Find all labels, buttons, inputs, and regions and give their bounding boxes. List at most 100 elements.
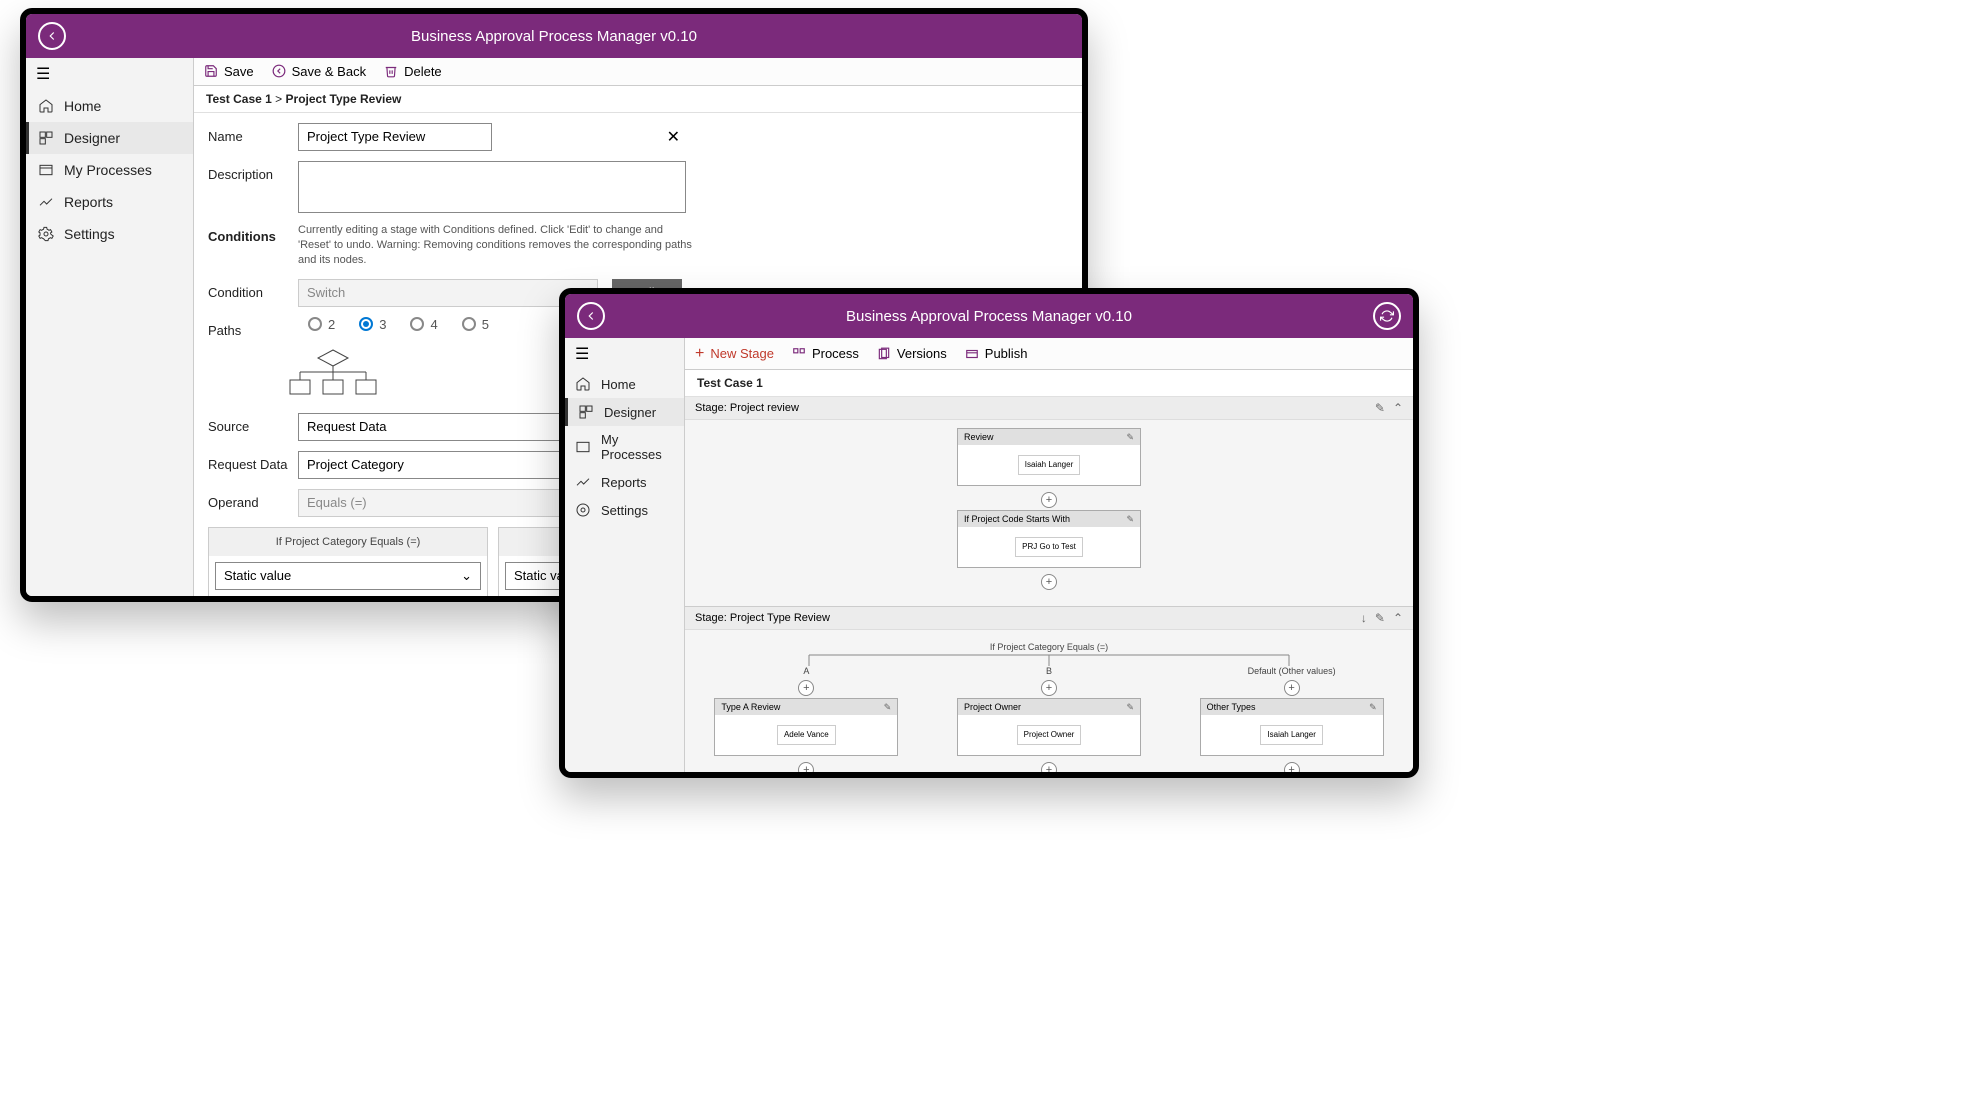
branch-a: A + Type A Review✎ Adele Vance + bbox=[706, 666, 906, 772]
window-process-canvas: Business Approval Process Manager v0.10 … bbox=[559, 288, 1419, 778]
paths-label: Paths bbox=[208, 317, 298, 338]
card-other-types[interactable]: Other Types✎ Isaiah Langer bbox=[1200, 698, 1384, 756]
add-button[interactable]: + bbox=[798, 680, 814, 696]
add-button[interactable]: + bbox=[1041, 680, 1057, 696]
nav-my-processes[interactable]: My Processes bbox=[26, 154, 193, 186]
nav-reports[interactable]: Reports bbox=[565, 468, 684, 496]
nav-designer[interactable]: Designer bbox=[565, 398, 684, 426]
stage-title: Stage: Project Type Review bbox=[695, 612, 830, 624]
gear-icon bbox=[575, 502, 591, 518]
switch-column-a: If Project Category Equals (=) Static va… bbox=[208, 527, 488, 596]
nav-home[interactable]: Home bbox=[565, 370, 684, 398]
app-title: Business Approval Process Manager v0.10 bbox=[565, 308, 1413, 325]
nav-reports[interactable]: Reports bbox=[26, 186, 193, 218]
add-button[interactable]: + bbox=[1041, 492, 1057, 508]
save-label: Save bbox=[224, 64, 254, 79]
switch-header: If Project Category Equals (=) bbox=[209, 528, 487, 556]
nav-designer[interactable]: Designer bbox=[26, 122, 193, 154]
pencil-icon[interactable]: ✎ bbox=[1126, 702, 1134, 713]
condition-title: If Project Category Equals (=) bbox=[990, 642, 1108, 652]
delete-button[interactable]: Delete bbox=[384, 64, 442, 79]
add-button[interactable]: + bbox=[798, 762, 814, 772]
sidebar: ☰ Home Designer My Processes Reports Set… bbox=[26, 58, 194, 596]
breadcrumb: Test Case 1 bbox=[685, 370, 1413, 397]
sidebar: ☰ Home Designer My Processes Reports Set… bbox=[565, 338, 685, 772]
add-button[interactable]: + bbox=[1041, 574, 1057, 590]
col-a-type-select[interactable]: Static value⌄ bbox=[215, 562, 481, 590]
hamburger-icon[interactable]: ☰ bbox=[565, 338, 684, 370]
branch-b: B + Project Owner✎ Project Owner + bbox=[949, 666, 1149, 772]
move-down-icon[interactable]: ↓ bbox=[1361, 611, 1367, 625]
toolbar: Save Save & Back Delete bbox=[194, 58, 1082, 86]
nav-settings[interactable]: Settings bbox=[565, 496, 684, 524]
titlebar: Business Approval Process Manager v0.10 bbox=[26, 14, 1082, 58]
collapse-icon[interactable]: ⌃ bbox=[1393, 611, 1403, 625]
delete-label: Delete bbox=[404, 64, 442, 79]
add-button[interactable]: + bbox=[1041, 762, 1057, 772]
condition-select: Switch ⌄ bbox=[298, 279, 598, 307]
nav-label: Home bbox=[64, 98, 101, 114]
stage-project-review: Stage: Project review ✎ ⌃ Review✎ Isaiah… bbox=[685, 397, 1413, 607]
nav-label: Settings bbox=[64, 226, 115, 242]
card-type-a-review[interactable]: Type A Review✎ Adele Vance bbox=[714, 698, 898, 756]
card-condition[interactable]: If Project Code Starts With✎ PRJ Go to T… bbox=[957, 510, 1141, 568]
hamburger-icon[interactable]: ☰ bbox=[26, 58, 193, 90]
branch-connector bbox=[769, 654, 1329, 666]
card-review[interactable]: Review✎ Isaiah Langer bbox=[957, 428, 1141, 486]
breadcrumb-leaf: Project Type Review bbox=[286, 92, 402, 106]
designer-icon bbox=[578, 404, 594, 420]
stage-title: Stage: Project review bbox=[695, 402, 799, 414]
pencil-icon[interactable]: ✎ bbox=[884, 702, 892, 713]
paths-radio-group: 2 3 4 5 bbox=[298, 317, 489, 332]
nav-home[interactable]: Home bbox=[26, 90, 193, 122]
add-button[interactable]: + bbox=[1284, 762, 1300, 772]
reports-icon bbox=[38, 194, 54, 210]
process-button[interactable]: Process bbox=[792, 346, 859, 361]
nav-label: Reports bbox=[64, 194, 113, 210]
save-back-label: Save & Back bbox=[292, 64, 366, 79]
paths-option-4[interactable]: 4 bbox=[410, 317, 437, 332]
description-input[interactable] bbox=[298, 161, 686, 213]
pencil-icon[interactable]: ✎ bbox=[1126, 432, 1134, 443]
home-icon bbox=[38, 98, 54, 114]
paths-option-5[interactable]: 5 bbox=[462, 317, 489, 332]
condition-label: Condition bbox=[208, 279, 298, 300]
name-label: Name bbox=[208, 123, 298, 144]
save-button[interactable]: Save bbox=[204, 64, 254, 79]
clear-icon[interactable]: ✕ bbox=[667, 127, 680, 147]
save-back-button[interactable]: Save & Back bbox=[272, 64, 366, 79]
canvas: Stage: Project review ✎ ⌃ Review✎ Isaiah… bbox=[685, 397, 1413, 772]
publish-button[interactable]: Publish bbox=[965, 346, 1028, 361]
nav-my-processes[interactable]: My Processes bbox=[565, 426, 684, 468]
breadcrumb-root[interactable]: Test Case 1 bbox=[206, 92, 272, 106]
conditions-hint: Currently editing a stage with Condition… bbox=[298, 223, 698, 269]
processes-icon bbox=[38, 162, 54, 178]
home-icon bbox=[575, 376, 591, 392]
gear-icon bbox=[38, 226, 54, 242]
card-project-owner[interactable]: Project Owner✎ Project Owner bbox=[957, 698, 1141, 756]
conditions-label: Conditions bbox=[208, 223, 298, 244]
add-button[interactable]: + bbox=[1284, 680, 1300, 696]
nav-label: Designer bbox=[64, 130, 120, 146]
name-input[interactable] bbox=[298, 123, 492, 151]
designer-icon bbox=[38, 130, 54, 146]
request-data-label: Request Data bbox=[208, 451, 298, 472]
pencil-icon[interactable]: ✎ bbox=[1126, 514, 1134, 525]
nav-settings[interactable]: Settings bbox=[26, 218, 193, 250]
breadcrumb: Test Case 1 > Project Type Review bbox=[194, 86, 1082, 113]
collapse-icon[interactable]: ⌃ bbox=[1393, 401, 1403, 415]
new-stage-button[interactable]: +New Stage bbox=[695, 345, 774, 363]
titlebar: Business Approval Process Manager v0.10 bbox=[565, 294, 1413, 338]
edit-icon[interactable]: ✎ bbox=[1375, 611, 1385, 625]
user-box: Isaiah Langer bbox=[1018, 455, 1080, 475]
source-label: Source bbox=[208, 413, 298, 434]
paths-option-3[interactable]: 3 bbox=[359, 317, 386, 332]
pencil-icon[interactable]: ✎ bbox=[1369, 702, 1377, 713]
user-box: PRJ Go to Test bbox=[1015, 537, 1083, 557]
edit-icon[interactable]: ✎ bbox=[1375, 401, 1385, 415]
condition-value: Switch bbox=[307, 285, 345, 300]
breadcrumb-sep: > bbox=[275, 92, 282, 106]
paths-option-2[interactable]: 2 bbox=[308, 317, 335, 332]
description-label: Description bbox=[208, 161, 298, 182]
versions-button[interactable]: Versions bbox=[877, 346, 947, 361]
